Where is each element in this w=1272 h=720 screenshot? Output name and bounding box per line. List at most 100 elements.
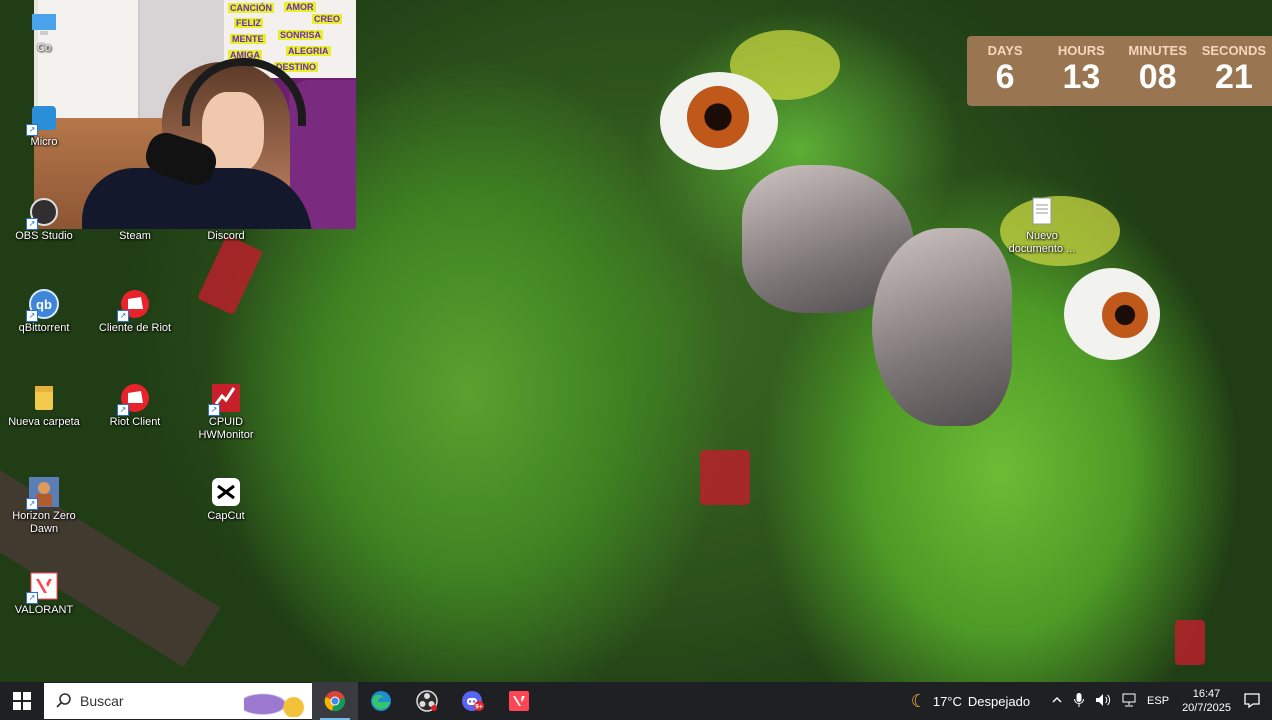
countdown-seconds: SECONDS 21 [1196, 36, 1272, 95]
desktop-icon-label: Nuevo documento ... [1008, 230, 1076, 255]
poster-word: CANCIÓN [228, 3, 274, 13]
search-icon [56, 693, 71, 708]
qbittorrent-icon: qb ↗ [26, 288, 60, 322]
desktop-icon-discord[interactable]: Discord [184, 196, 268, 243]
search-highlight-illustration [244, 685, 306, 717]
desktop-icon-label: Nueva carpeta [8, 416, 80, 428]
steam-icon [119, 196, 151, 228]
wallpaper-parrot-beak-right [872, 228, 1012, 426]
notifications-button[interactable] [1244, 692, 1260, 711]
desktop-icon-label: Micro [30, 136, 58, 148]
countdown-hours: HOURS 13 [1043, 36, 1119, 95]
capcut-icon [210, 476, 242, 508]
riot-icon: ↗ [117, 382, 151, 416]
desktop-icon-label: qBittorrent [18, 322, 70, 334]
countdown-value: 21 [1214, 58, 1253, 96]
poster-word: CREO [312, 14, 343, 24]
countdown-label: HOURS [1057, 43, 1105, 58]
network-icon [1122, 693, 1136, 706]
desktop-icon-qbittorrent[interactable]: qb ↗ qBittorrent [2, 288, 86, 335]
search-box[interactable]: Buscar [44, 683, 312, 719]
desktop-icon-steam[interactable]: Steam [93, 196, 177, 243]
desktop-icon-riot-client[interactable]: ↗ Riot Client [93, 382, 177, 429]
discord-icon [210, 196, 242, 228]
text-document-icon [1026, 196, 1058, 228]
desktop-icon-obs-studio[interactable]: ↗ OBS Studio [2, 196, 86, 243]
weather-condition: Despejado [967, 693, 1031, 709]
clock-time: 16:47 [1192, 688, 1221, 700]
system-tray: ☾ 17°C Despejado ESP 16:47 20/7/2025 [906, 682, 1272, 720]
obs-icon [416, 690, 438, 712]
moon-icon: ☾ [910, 690, 927, 711]
taskbar-app-valorant[interactable] [496, 682, 542, 720]
desktop-icon-label: VALORANT [14, 604, 74, 616]
desktop-icon-capcut[interactable]: CapCut [184, 476, 268, 523]
pc-icon [28, 8, 60, 40]
desktop-icon-nuevo-documento[interactable]: Nuevo documento ... [1000, 196, 1084, 256]
valorant-icon: ↗ [26, 570, 60, 604]
horizon-icon: ↗ [26, 476, 60, 510]
microphone-button[interactable] [1073, 692, 1085, 711]
desktop-icon-microsoft[interactable]: ↗ Micro [2, 102, 86, 149]
speaker-icon [1096, 693, 1111, 706]
show-hidden-icons-button[interactable] [1051, 694, 1063, 709]
poster-word: ALEGRIA [286, 46, 331, 56]
desktop-icon-label: OBS Studio [15, 230, 73, 242]
taskbar-app-chrome[interactable] [312, 682, 358, 720]
wallpaper-parrot-iris-right [1102, 292, 1148, 338]
countdown-label: MINUTES [1128, 43, 1187, 58]
desktop: CANCIÓN AMOR CREO FELIZ SONRISA MENTE AL… [0, 0, 1272, 682]
windows-icon [13, 692, 31, 710]
taskbar-app-discord[interactable]: 9+ [450, 682, 496, 720]
desktop-icon-nueva-carpeta[interactable]: Nueva carpeta [2, 382, 86, 429]
desktop-icon-label: Cliente de Riot [98, 322, 172, 334]
desktop-icon-valorant[interactable]: ↗ VALORANT [2, 570, 86, 617]
poster-word: SONRISA [278, 30, 324, 40]
riot-icon: ↗ [117, 288, 151, 322]
desktop-icon-cpuid-hwmonitor[interactable]: ↗ CPUID HWMonitor [184, 382, 268, 442]
search-placeholder: Buscar [80, 693, 124, 709]
weather-widget[interactable]: ☾ 17°C Despejado [911, 691, 1030, 712]
wallpaper-feather-red-3 [1175, 620, 1205, 665]
countdown-value: 13 [1062, 58, 1101, 96]
taskbar: Buscar 9+ ☾ 17°C Despejado ESP 16:47 20/… [0, 682, 1272, 720]
start-button[interactable] [0, 682, 44, 720]
input-language-indicator[interactable]: ESP [1147, 695, 1169, 707]
chevron-up-icon [1052, 696, 1062, 702]
poster-word: AMOR [284, 2, 316, 12]
discord-notification-badge: 9+ [475, 704, 483, 711]
notification-icon [1244, 692, 1260, 708]
obs-icon: ↗ [26, 196, 60, 230]
desktop-icon-label: Discord [207, 230, 245, 242]
countdown-days: DAYS 6 [967, 36, 1043, 95]
svg-text:qb: qb [36, 297, 52, 312]
discord-icon: 9+ [462, 691, 484, 711]
countdown-value: 08 [1138, 58, 1177, 96]
countdown-minutes: MINUTES 08 [1120, 36, 1196, 95]
weather-temperature: 17°C [932, 693, 962, 709]
desktop-icon-label: Riot Client [109, 416, 161, 428]
countdown-widget: DAYS 6 HOURS 13 MINUTES 08 SECONDS 21 [967, 36, 1272, 106]
wallpaper-feather-red [700, 450, 750, 505]
poster-word: FELIZ [234, 18, 263, 28]
chrome-icon [324, 691, 345, 712]
microphone-icon [1074, 692, 1085, 707]
desktop-icon-label: Steam [119, 230, 151, 242]
desktop-icon-label: CapCut [207, 510, 245, 522]
microsoft-icon: ↗ [26, 102, 60, 136]
valorant-icon [509, 691, 529, 711]
folder-icon [28, 382, 60, 414]
network-button[interactable] [1121, 693, 1137, 710]
taskbar-app-edge[interactable] [358, 682, 404, 720]
desktop-icon-this-pc[interactable]: Co [2, 8, 86, 55]
taskbar-app-obs[interactable] [404, 682, 450, 720]
volume-button[interactable] [1095, 693, 1111, 710]
clock-date: 20/7/2025 [1182, 702, 1231, 714]
desktop-icon-cliente-de-riot[interactable]: ↗ Cliente de Riot [93, 288, 177, 335]
clock[interactable]: 16:47 20/7/2025 [1182, 687, 1231, 715]
desktop-icon-horizon-zero-dawn[interactable]: ↗ Horizon Zero Dawn [2, 476, 86, 536]
desktop-icon-label: Co [36, 42, 52, 54]
desktop-icon-label: CPUID HWMonitor [198, 416, 254, 441]
edge-icon [371, 691, 391, 711]
countdown-label: DAYS [987, 43, 1023, 58]
